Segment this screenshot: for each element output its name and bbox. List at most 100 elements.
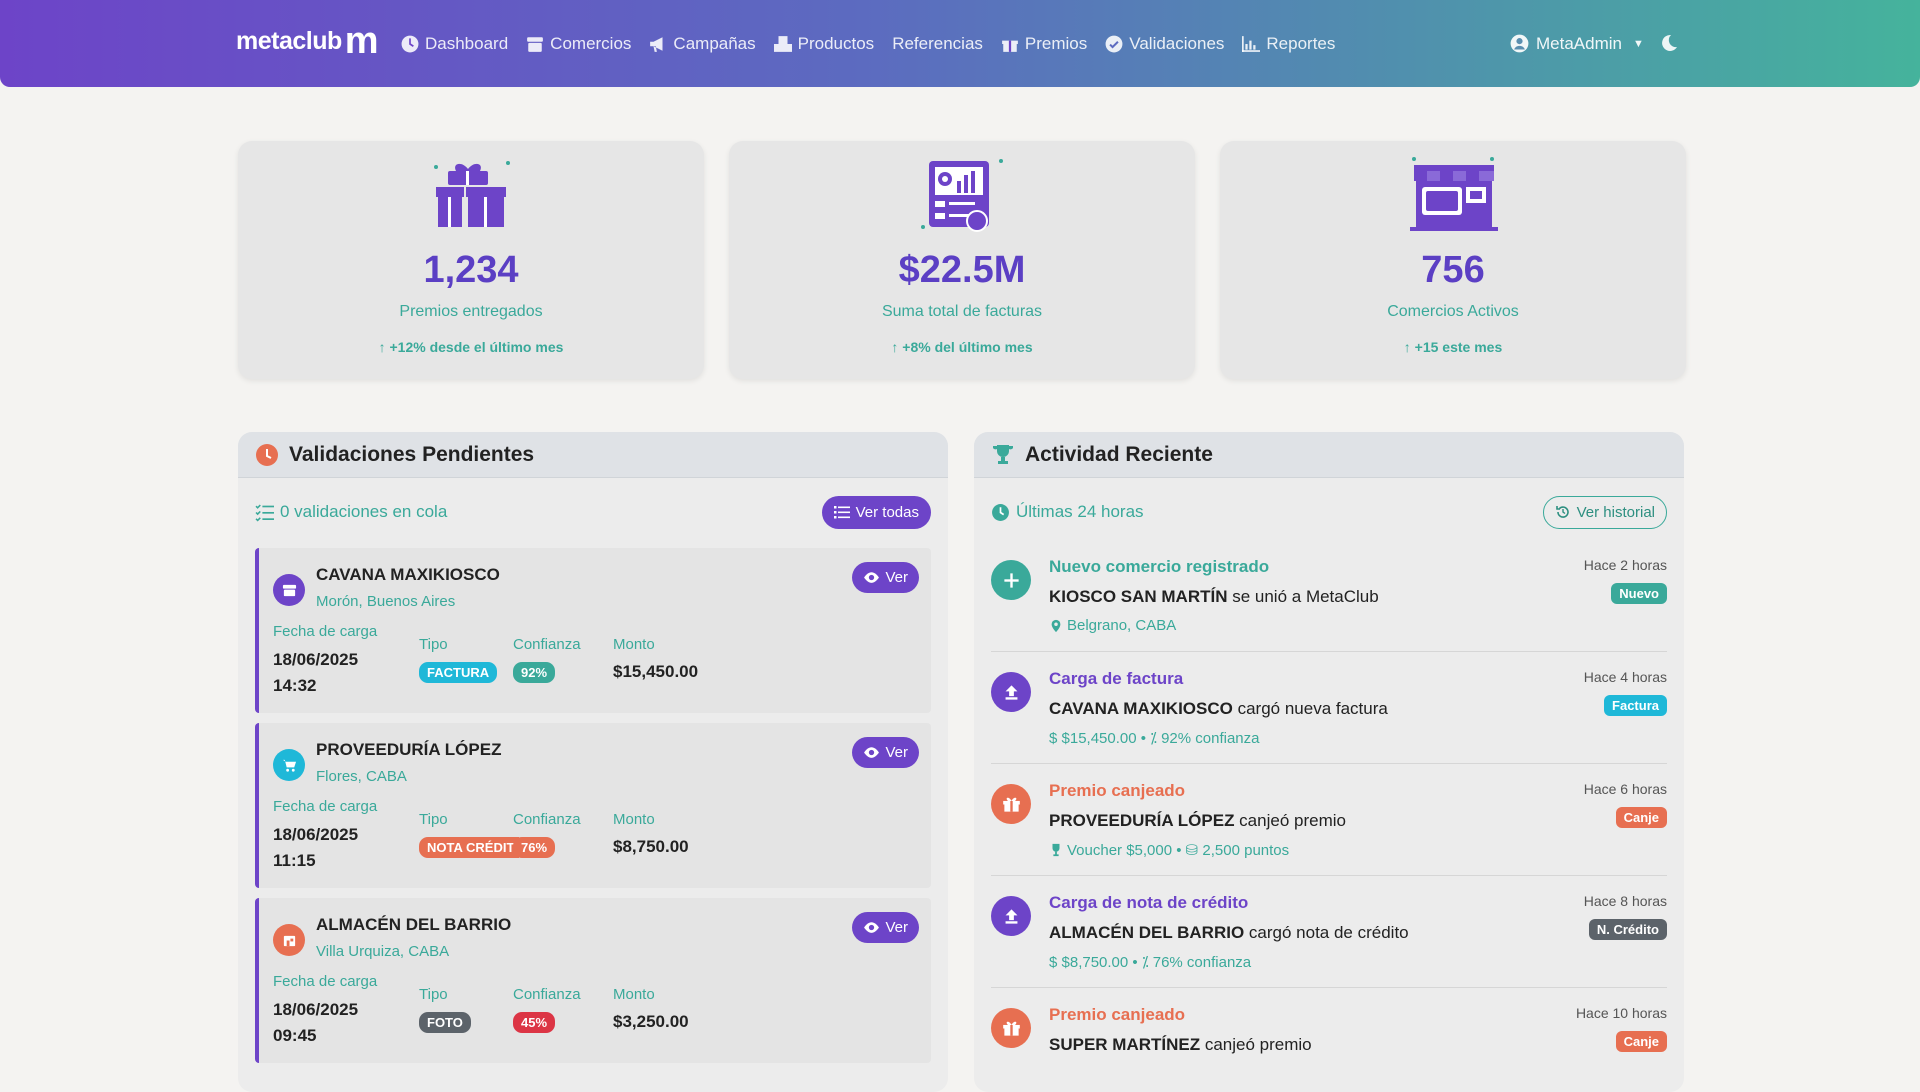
validation-item[interactable]: CAVANA MAXIKIOSCO Morón, Buenos Aires Ve… xyxy=(255,548,931,713)
amount-label: Monto xyxy=(613,986,655,1003)
confidence-label: Confianza xyxy=(513,986,581,1003)
date-label: Fecha de carga xyxy=(273,623,378,640)
activity-panel: Actividad Reciente Últimas 24 horas Ver … xyxy=(974,432,1684,1092)
top-navbar: metaclub m Dashboard Comercios Campañas P… xyxy=(0,0,1920,87)
history-icon xyxy=(1555,506,1569,518)
activity-text: canjeó premio xyxy=(1200,1035,1312,1054)
amount-label: Monto xyxy=(613,811,655,828)
activity-item[interactable]: Carga de nota de crédito ALMACÉN DEL BAR… xyxy=(991,876,1667,988)
view-all-label: Ver todas xyxy=(855,503,919,521)
view-history-label: Ver historial xyxy=(1576,503,1655,521)
brand-name: metaclub xyxy=(236,26,342,55)
gift-icon xyxy=(1002,40,1018,52)
nav-campanas[interactable]: Campañas xyxy=(649,34,756,54)
validations-title: Validaciones Pendientes xyxy=(289,442,535,466)
nav-validaciones[interactable]: Validaciones xyxy=(1105,34,1224,54)
view-all-button[interactable]: Ver todas xyxy=(821,495,931,529)
activity-time: Hace 4 horas xyxy=(1583,669,1667,685)
nav-comercios[interactable]: Comercios xyxy=(526,34,631,54)
plus-icon xyxy=(991,560,1031,600)
activity-time: Hace 6 horas xyxy=(1583,781,1667,797)
activity-title: Carga de nota de crédito xyxy=(1049,893,1249,912)
nav-label: Productos xyxy=(797,33,875,53)
stat-value: 756 xyxy=(1421,249,1485,291)
stat-value: $22.5M xyxy=(898,249,1026,291)
confidence-label: Confianza xyxy=(513,636,581,653)
nav-referencias[interactable]: Referencias xyxy=(892,34,983,54)
validation-item[interactable]: PROVEEDURÍA LÓPEZ Flores, CABA Ver Fecha… xyxy=(255,723,931,888)
activity-time: Hace 2 horas xyxy=(1583,557,1667,573)
view-history-button[interactable]: Ver historial xyxy=(1542,495,1667,529)
merchant-name: ALMACÉN DEL BARRIO xyxy=(1049,923,1245,942)
eye-icon xyxy=(864,922,880,933)
activity-header: Actividad Reciente xyxy=(974,432,1684,478)
activity-meta: $ $8,750.00 • ⁒ 76% confianza xyxy=(1049,953,1251,971)
stat-trend-text: +15 este mes xyxy=(1414,339,1503,355)
nav-menu: Dashboard Comercios Campañas Productos R… xyxy=(401,0,1335,87)
arrow-up-icon: ↑ xyxy=(378,339,390,355)
activity-description: CAVANA MAXIKIOSCO cargó nueva factura xyxy=(1049,699,1388,719)
gifts-icon xyxy=(434,161,510,227)
nav-productos[interactable]: Productos xyxy=(773,33,875,54)
view-button[interactable]: Ver xyxy=(852,737,919,768)
activity-item[interactable]: Premio canjeado SUPER MARTÍNEZ canjeó pr… xyxy=(991,988,1667,1092)
view-button[interactable]: Ver xyxy=(852,562,919,593)
activity-item[interactable]: Carga de factura CAVANA MAXIKIOSCO cargó… xyxy=(991,652,1667,764)
nav-label: Referencias xyxy=(892,33,983,53)
activity-meta-text: Voucher $5,000 • ⛁ 2,500 puntos xyxy=(1067,842,1290,859)
cart-icon xyxy=(273,749,305,781)
brand-logo[interactable]: metaclub m xyxy=(236,20,379,62)
arrow-up-icon: ↑ xyxy=(891,339,903,355)
merchant-name: SUPER MARTÍNEZ xyxy=(1049,1035,1201,1054)
list-icon xyxy=(833,506,850,519)
storefront-icon xyxy=(1410,157,1498,231)
amount-label: Monto xyxy=(613,636,655,653)
amount-value: $15,450.00 xyxy=(613,662,699,681)
activity-badge: Nuevo xyxy=(1611,583,1667,604)
stat-label: Suma total de facturas xyxy=(881,303,1043,320)
merchant-name: CAVANA MAXIKIOSCO xyxy=(316,565,500,584)
activity-description: KIOSCO SAN MARTÍN se unió a MetaClub xyxy=(1049,587,1379,607)
date-value: 18/06/2025 xyxy=(273,1000,359,1019)
speedometer-icon xyxy=(401,35,419,52)
moon-icon[interactable] xyxy=(1659,33,1679,53)
stat-trend: ↑ +15 este mes xyxy=(1220,339,1686,355)
activity-item[interactable]: Premio canjeado PROVEEDURÍA LÓPEZ canjeó… xyxy=(991,764,1667,876)
activity-description: PROVEEDURÍA LÓPEZ canjeó premio xyxy=(1049,811,1346,831)
stat-trend: ↑ +12% desde el último mes xyxy=(238,339,704,355)
nav-dashboard[interactable]: Dashboard xyxy=(401,34,508,54)
upload-date: 18/06/2025 11:15 xyxy=(273,822,358,874)
validation-item[interactable]: ALMACÉN DEL BARRIO Villa Urquiza, CABA V… xyxy=(255,898,931,1063)
activity-title: Carga de factura xyxy=(1049,669,1184,688)
user-menu[interactable]: MetaAdmin ▼ xyxy=(1510,0,1644,87)
activity-meta-text: Belgrano, CABA xyxy=(1067,617,1177,634)
eye-icon xyxy=(864,572,880,583)
type-badge: FOTO xyxy=(419,1012,471,1033)
store-icon xyxy=(273,574,305,606)
activity-badge: N. Crédito xyxy=(1588,919,1667,940)
arrow-up-icon: ↑ xyxy=(1403,339,1415,355)
boxes-icon xyxy=(773,35,792,52)
view-label: Ver xyxy=(885,569,908,586)
nav-label: Premios xyxy=(1024,33,1088,53)
eye-icon xyxy=(864,747,880,758)
activity-meta: Belgrano, CABA xyxy=(1049,617,1176,634)
view-button[interactable]: Ver xyxy=(852,912,919,943)
activity-text: se unió a MetaClub xyxy=(1227,587,1379,606)
stat-trend-text: +12% desde el último mes xyxy=(389,339,564,355)
stat-label: Comercios Activos xyxy=(1387,303,1519,320)
validations-panel: Validaciones Pendientes 0 validaciones e… xyxy=(238,432,948,1092)
nav-premios[interactable]: Premios xyxy=(1001,34,1087,54)
activity-item[interactable]: Nuevo comercio registrado KIOSCO SAN MAR… xyxy=(991,540,1667,652)
validations-subheader: 0 validaciones en cola Ver todas xyxy=(255,494,931,530)
type-label: Tipo xyxy=(419,986,448,1003)
user-name: MetaAdmin xyxy=(1536,33,1622,53)
brand-mark: m xyxy=(344,20,379,62)
time-value: 11:15 xyxy=(273,851,316,870)
confidence-label: Confianza xyxy=(513,811,581,828)
stat-label: Premios entregados xyxy=(399,303,543,320)
confidence-badge: 76% xyxy=(513,837,556,858)
activity-description: SUPER MARTÍNEZ canjeó premio xyxy=(1049,1035,1312,1055)
nav-reportes[interactable]: Reportes xyxy=(1242,34,1335,54)
stat-trend-text: +8% del último mes xyxy=(902,339,1033,355)
